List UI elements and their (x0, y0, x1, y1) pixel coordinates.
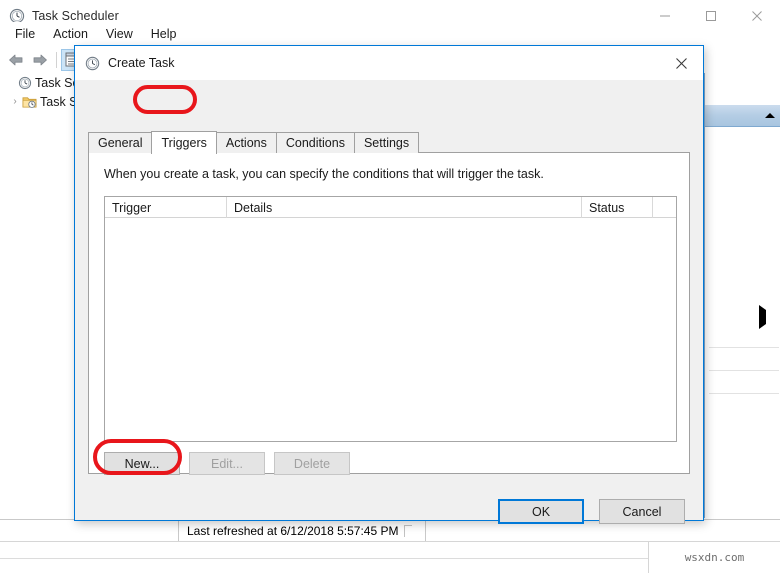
column-header-trigger[interactable]: Trigger (105, 197, 227, 218)
app-title: Task Scheduler (32, 9, 119, 23)
statusbar-cell-left (0, 520, 179, 541)
actions-divider (709, 393, 779, 394)
listview-header: Trigger Details Status (105, 197, 676, 218)
actions-divider (709, 347, 779, 348)
dialog-title: Create Task (108, 56, 175, 70)
statusbar-grip (404, 524, 413, 537)
tab-settings[interactable]: Settings (353, 132, 420, 153)
tree-item-label: Task S (40, 94, 78, 109)
trigger-listview[interactable]: Trigger Details Status (104, 196, 677, 442)
tree-twisty[interactable]: › (8, 96, 22, 107)
bottom-bar: wsxdn.com (0, 541, 780, 573)
actions-pane (704, 73, 780, 518)
forward-icon[interactable] (28, 49, 52, 71)
trigger-action-buttons: New... Edit... Delete (104, 452, 350, 475)
dialog-tabstrip: General Triggers Actions Conditions Sett… (88, 131, 420, 154)
close-icon[interactable] (659, 46, 703, 80)
folder-clock-icon (22, 96, 37, 108)
column-header-details[interactable]: Details (227, 197, 582, 218)
listview-body[interactable] (105, 218, 676, 441)
delete-button: Delete (274, 452, 350, 475)
menubar: File Action View Help (0, 22, 780, 46)
triangle-up-icon[interactable] (765, 113, 775, 118)
triangle-right-icon[interactable] (759, 305, 766, 329)
ok-button[interactable]: OK (498, 499, 584, 524)
column-header-status[interactable]: Status (582, 197, 653, 218)
edit-button: Edit... (189, 452, 265, 475)
bottom-separator (0, 558, 648, 559)
watermark-cell: wsxdn.com (648, 542, 780, 573)
triggers-description: When you create a task, you can specify … (104, 167, 544, 181)
menu-item-file[interactable]: File (6, 25, 44, 43)
actions-divider (709, 370, 779, 371)
toolbar-separator (56, 51, 57, 68)
actions-pane-header[interactable] (705, 105, 780, 127)
new-button[interactable]: New... (104, 452, 180, 475)
column-header-spacer (653, 197, 676, 218)
tab-actions[interactable]: Actions (215, 132, 277, 153)
tab-triggers[interactable]: Triggers (151, 131, 217, 154)
menu-item-action[interactable]: Action (44, 25, 97, 43)
watermark-text: wsxdn.com (684, 551, 745, 564)
triggers-tab-panel: When you create a task, you can specify … (88, 152, 690, 475)
dialog-body: General Triggers Actions Conditions Sett… (75, 80, 703, 524)
create-task-dialog: Create Task General Triggers Actions Con… (74, 45, 704, 524)
dialog-footer: OK Cancel (498, 499, 685, 524)
cancel-button[interactable]: Cancel (599, 499, 685, 524)
clock-icon (18, 76, 32, 89)
dialog-titlebar: Create Task (75, 46, 703, 80)
clock-icon (85, 56, 100, 70)
statusbar-message: Last refreshed at 6/12/2018 5:57:45 PM (179, 520, 426, 541)
tab-general[interactable]: General (88, 132, 153, 153)
statusbar-message-text: Last refreshed at 6/12/2018 5:57:45 PM (187, 523, 399, 538)
menu-item-view[interactable]: View (97, 25, 142, 43)
menu-item-help[interactable]: Help (142, 25, 186, 43)
back-icon[interactable] (4, 49, 28, 71)
tab-conditions[interactable]: Conditions (275, 132, 355, 153)
